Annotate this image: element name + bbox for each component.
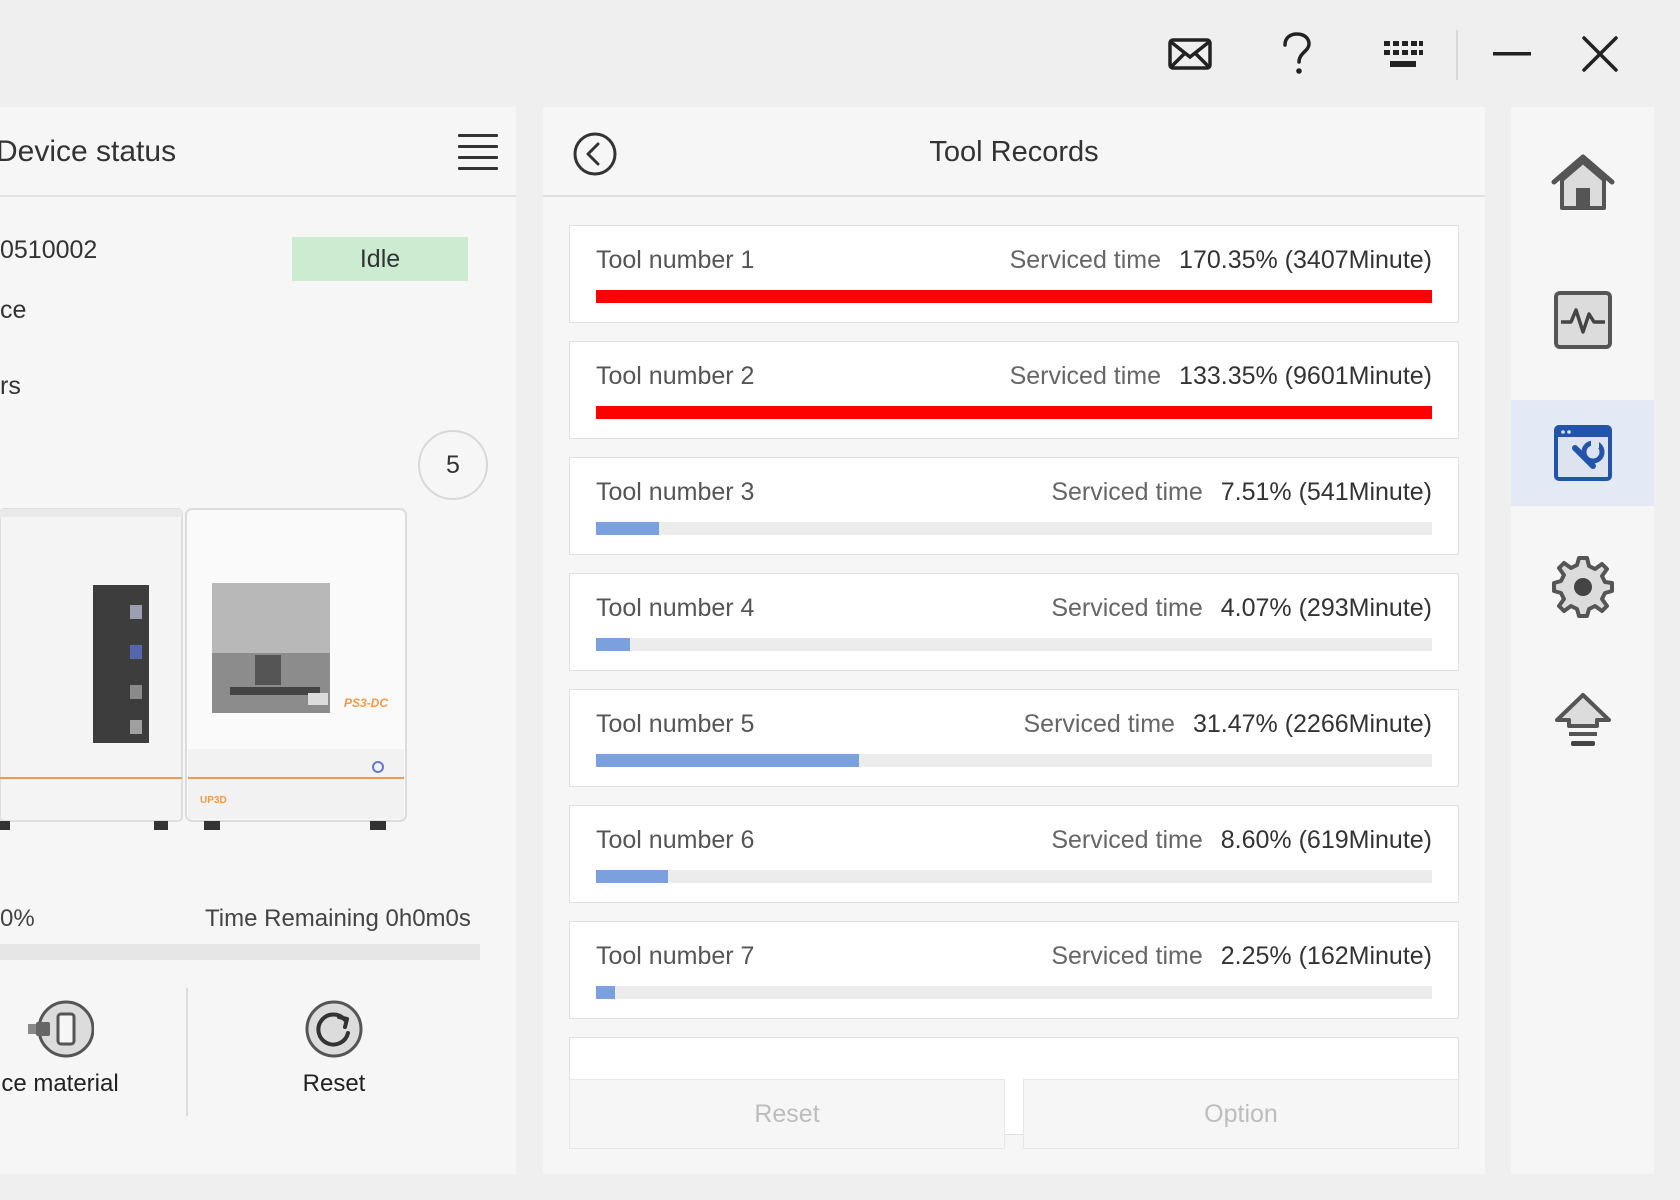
serviced-time-value: 7.51% (541Minute) — [1220, 478, 1432, 506]
serviced-time-value: 31.47% (2266Minute) — [1192, 710, 1432, 738]
tool-usage-fill — [596, 406, 1432, 419]
serviced-time-label: Serviced time — [1009, 362, 1162, 390]
monitor-icon — [1553, 291, 1612, 349]
status-badge: Idle — [292, 237, 468, 281]
nav-tool-maintenance[interactable] — [1511, 400, 1654, 506]
title-bar — [0, 0, 1680, 104]
serviced-time: Serviced time 31.47% (2266Minute) — [1024, 710, 1433, 739]
replace-material-button[interactable]: ce material — [0, 1000, 130, 1098]
tool-record-row[interactable]: Tool number 7 Serviced time 2.25% (162Minu… — [569, 921, 1459, 1019]
device-info-row: ce — [0, 296, 27, 324]
tool-usage-bar — [596, 986, 1432, 999]
tool-record-row[interactable]: Tool number 5 Serviced time 31.47% (2266Mi… — [569, 689, 1459, 787]
tool-name: Tool number 2 — [596, 362, 755, 390]
tool-record-row[interactable]: Tool number 4 Serviced time 4.07% (293Minu… — [569, 573, 1459, 671]
tool-record-row[interactable]: Tool number 6 Serviced time 8.60% (619Minu… — [569, 805, 1459, 903]
serviced-time-label: Serviced time — [1051, 826, 1203, 854]
serviced-time: Serviced time 4.07% (293Minute) — [1051, 594, 1432, 623]
device-status-header: Device status — [0, 107, 516, 197]
tool-usage-fill — [596, 754, 860, 767]
tool-name: Tool number 6 — [596, 826, 755, 854]
settings-icon — [1551, 556, 1614, 618]
mail-icon[interactable] — [1160, 24, 1220, 84]
help-icon[interactable] — [1267, 24, 1327, 84]
reset-machine-label: Reset — [302, 1070, 366, 1097]
tool-maintenance-icon — [1553, 425, 1612, 481]
minimize-icon[interactable] — [1482, 24, 1542, 84]
nav-settings[interactable] — [1511, 534, 1654, 640]
serviced-time-label: Serviced time — [1051, 478, 1203, 506]
side-navigation — [1511, 107, 1654, 1174]
titlebar-divider — [1456, 30, 1458, 80]
tool-records-panel: Tool Records Tool number 1 Serviced time 1… — [543, 107, 1485, 1174]
tool-record-row[interactable]: Tool number 2 Serviced time 133.35% (9601M… — [569, 341, 1459, 439]
milling-machine-image: PS3-DC UP3D — [0, 508, 407, 830]
serviced-time-value: 170.35% (3407Minute) — [1179, 246, 1432, 274]
tool-usage-bar — [596, 406, 1432, 419]
device-status-title: Device status — [0, 135, 177, 168]
tool-name: Tool number 3 — [596, 478, 755, 506]
serviced-time-label: Serviced time — [1009, 246, 1162, 274]
upload-icon — [1554, 693, 1611, 746]
serviced-time-value: 2.25% (162Minute) — [1220, 942, 1432, 970]
tool-record-row[interactable]: Tool number 3 Serviced time 7.51% (541Minu… — [569, 457, 1459, 555]
tool-name: Tool number 5 — [596, 710, 755, 738]
tool-usage-fill — [596, 986, 615, 999]
tool-usage-bar — [596, 638, 1432, 651]
serviced-time: Serviced time 170.35% (3407Minute) — [1010, 246, 1432, 275]
nav-monitor[interactable] — [1511, 267, 1654, 373]
close-icon[interactable] — [1570, 24, 1630, 84]
reset-records-button[interactable]: Reset — [569, 1079, 1005, 1149]
serviced-time-label: Serviced time — [1051, 594, 1203, 622]
menu-icon[interactable] — [458, 134, 498, 170]
tool-name: Tool number 7 — [596, 942, 755, 970]
serviced-time-value: 133.35% (9601Minute) — [1179, 362, 1432, 390]
tool-records-list[interactable]: Tool number 1 Serviced time 170.35% (3407M… — [569, 225, 1459, 1147]
job-progress-bar — [0, 944, 480, 960]
serviced-time: Serviced time 2.25% (162Minute) — [1051, 942, 1432, 971]
serviced-time: Serviced time 133.35% (9601Minute) — [1010, 362, 1432, 391]
tool-name: Tool number 4 — [596, 594, 755, 622]
option-button[interactable]: Option — [1023, 1079, 1459, 1149]
tool-usage-fill — [596, 290, 1432, 303]
time-remaining: Time Remaining 0h0m0s — [205, 905, 471, 932]
tool-records-header: Tool Records — [543, 107, 1485, 197]
page-title: Tool Records — [929, 136, 1099, 168]
brand-logo: UP3D — [200, 795, 227, 806]
action-divider — [186, 988, 188, 1116]
serviced-time-value: 8.60% (619Minute) — [1220, 826, 1432, 854]
serviced-time-label: Serviced time — [1051, 942, 1203, 970]
tool-name: Tool number 1 — [596, 246, 755, 274]
device-info-row: rs — [0, 372, 21, 400]
tool-usage-fill — [596, 638, 631, 651]
tool-usage-bar — [596, 290, 1432, 303]
serviced-time: Serviced time 8.60% (619Minute) — [1051, 826, 1432, 855]
serviced-time-label: Serviced time — [1023, 710, 1175, 738]
tool-record-row[interactable]: Tool number 1 Serviced time 170.35% (3407M… — [569, 225, 1459, 323]
tool-usage-fill — [596, 522, 659, 535]
tool-count-badge[interactable]: 5 — [418, 430, 488, 500]
serviced-time-value: 4.07% (293Minute) — [1220, 594, 1432, 622]
reset-icon — [305, 1000, 363, 1058]
replace-material-label: ce material — [1, 1070, 119, 1097]
nav-upload[interactable] — [1511, 667, 1654, 773]
nav-home[interactable] — [1511, 129, 1654, 235]
home-icon — [1551, 154, 1614, 210]
reset-machine-button[interactable]: Reset — [264, 1000, 404, 1098]
keyboard-icon[interactable] — [1373, 24, 1433, 84]
material-icon — [28, 1000, 94, 1058]
tool-usage-bar — [596, 870, 1432, 883]
machine-label: PS3-DC — [344, 696, 388, 710]
tool-records-footer: Reset Option — [569, 1079, 1459, 1149]
tool-usage-fill — [596, 870, 668, 883]
progress-percent: 0% — [0, 905, 35, 932]
serviced-time: Serviced time 7.51% (541Minute) — [1051, 478, 1432, 507]
device-serial: 0510002 — [0, 236, 98, 264]
tool-usage-bar — [596, 754, 1432, 767]
tool-usage-bar — [596, 522, 1432, 535]
